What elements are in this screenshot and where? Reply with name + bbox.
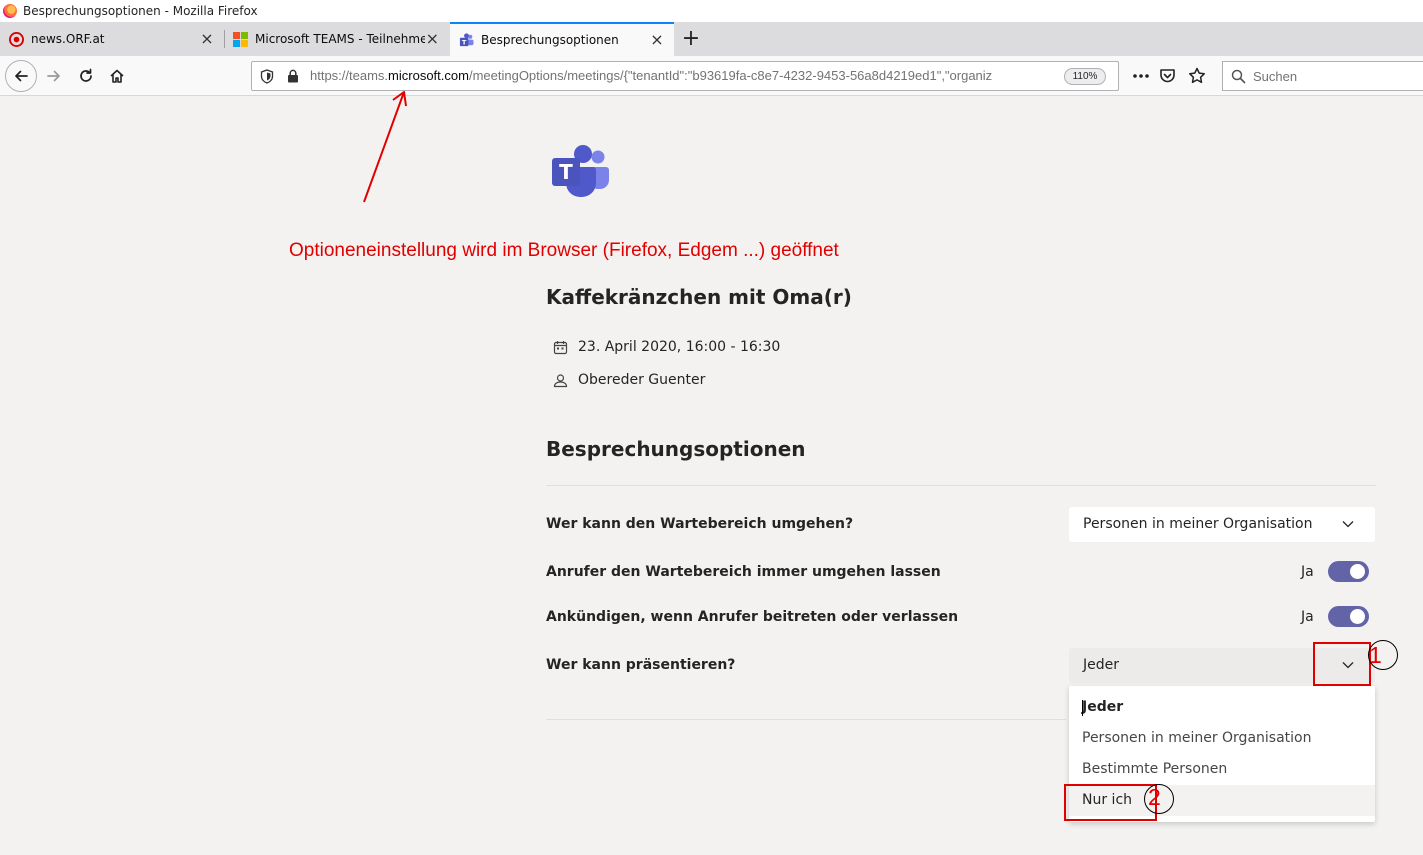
tab-label: Microsoft TEAMS - Teilnehmer [255,32,425,46]
back-button[interactable] [5,60,37,92]
zoom-level-badge[interactable]: 110% [1064,68,1106,85]
callers-bypass-label: Anrufer den Wartebereich immer umgehen l… [546,564,941,580]
meeting-datetime: 23. April 2020, 16:00 - 16:30 [578,339,781,355]
url-prefix: https://teams. [310,68,389,83]
menu-item-jeder[interactable]: Jeder [1069,692,1375,723]
home-button[interactable] [103,62,131,90]
tracking-shield-icon[interactable] [260,69,274,84]
svg-text:T: T [462,38,467,46]
lobby-bypass-label: Wer kann den Wartebereich umgehen? [546,516,854,532]
meeting-date-row: 23. April 2020, 16:00 - 16:30 [553,339,780,355]
lobby-bypass-dropdown[interactable]: Personen in meiner Organisation [1069,507,1375,542]
annotation-number-1: 1 [1369,642,1382,668]
text-cursor [1082,700,1083,716]
meeting-organizer-row: Obereder Guenter [553,372,705,388]
teams-logo-icon: T [552,145,609,197]
arrow-left-icon [15,70,28,82]
bookmark-star-icon[interactable] [1188,67,1206,84]
tab-microsoft-teams[interactable]: Microsoft TEAMS - Teilnehmer × [224,22,449,56]
section-divider [546,485,1376,486]
search-placeholder: Suchen [1253,69,1298,84]
presenters-label: Wer kann präsentieren? [546,657,736,673]
search-icon [1231,69,1246,84]
meeting-title: Kaffekränzchen mit Oma(r) [546,285,852,309]
toggle-knob [1350,609,1365,624]
teams-favicon-icon: T [459,32,474,46]
bottom-divider [546,719,1066,720]
tab-besprechungsoptionen[interactable]: T Besprechungsoptionen × [450,22,674,56]
close-tab-icon[interactable]: × [425,31,440,47]
firefox-logo-icon [3,4,17,18]
page-actions-ellipsis-icon[interactable] [1132,71,1150,81]
svg-text:T: T [559,160,573,184]
announce-label: Ankündigen, wenn Anrufer beitreten oder … [546,609,959,625]
chevron-down-icon [1342,521,1354,528]
close-tab-icon[interactable]: × [199,31,215,47]
tab-label: news.ORF.at [31,32,105,46]
arrow-right-icon [47,70,60,82]
pocket-icon[interactable] [1159,68,1176,84]
annotation-arrow-icon [363,91,407,203]
menu-item-bestimmte-personen[interactable]: Bestimmte Personen [1069,754,1375,785]
callers-bypass-toggle-label: Ja [1301,564,1314,580]
tab-label: Besprechungsoptionen [481,33,619,47]
reload-icon [80,68,92,82]
tab-news-orf[interactable]: news.ORF.at × [0,22,224,56]
lock-icon[interactable] [287,69,299,83]
menu-item-label: Jeder [1082,699,1124,715]
tab-strip: news.ORF.at × Microsoft TEAMS - Teilnehm… [0,22,1423,56]
url-text[interactable]: https://teams.microsoft.com/meetingOptio… [310,68,1052,83]
navigation-toolbar: https://teams.microsoft.com/meetingOptio… [0,56,1423,96]
annotation-text: Optioneneinstellung wird im Browser (Fir… [289,240,839,261]
menu-item-label: Personen in meiner Organisation [1082,730,1312,746]
section-title: Besprechungsoptionen [546,437,806,461]
orf-target-icon [9,31,24,47]
annotation-box-2 [1064,784,1157,821]
close-tab-icon[interactable]: × [649,32,665,48]
url-domain: microsoft.com [388,68,469,83]
toggle-knob [1350,564,1365,579]
reload-button[interactable] [72,62,100,90]
announce-toggle-label: Ja [1301,609,1314,625]
window-titlebar: Besprechungsoptionen - Mozilla Firefox [0,0,1423,22]
microsoft-logo-icon [233,31,248,47]
forward-button[interactable] [40,62,68,90]
meeting-organizer: Obereder Guenter [578,372,706,388]
menu-item-label: Bestimmte Personen [1082,761,1228,777]
callers-bypass-toggle[interactable] [1328,561,1369,582]
calendar-icon [553,340,568,354]
window-title: Besprechungsoptionen - Mozilla Firefox [23,4,258,18]
person-icon [553,373,568,387]
new-tab-button[interactable]: + [676,22,706,56]
search-bar[interactable]: Suchen [1222,61,1423,91]
annotation-box-1 [1313,642,1371,686]
home-icon [110,69,124,83]
announce-toggle[interactable] [1328,606,1369,627]
url-path: /meetingOptions/meetings/{"tenantId":"b9… [468,68,993,83]
menu-item-organisation[interactable]: Personen in meiner Organisation [1069,723,1375,754]
dropdown-value: Jeder [1083,657,1119,673]
dropdown-value: Personen in meiner Organisation [1083,516,1313,532]
annotation-number-2: 2 [1148,784,1161,810]
